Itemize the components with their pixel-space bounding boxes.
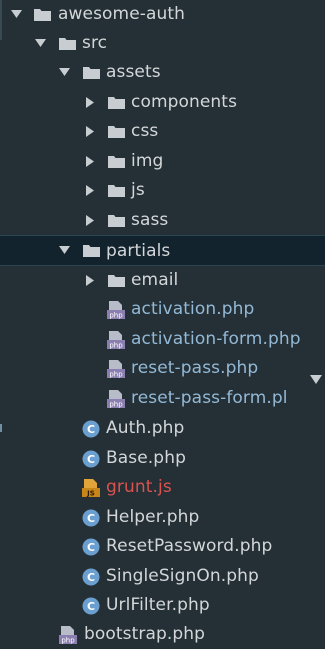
folder-icon (107, 182, 125, 200)
tree-row-js[interactable]: js (0, 176, 325, 205)
chevron-down-icon[interactable] (10, 9, 22, 21)
tree-label: email (131, 270, 179, 290)
js-badge-text: JS (86, 489, 95, 497)
tree-label: reset-pass-form.pl (131, 388, 288, 408)
tree-label: Helper.php (106, 507, 200, 527)
tree-row-auth-php[interactable]: C Auth.php (0, 414, 325, 443)
tree-label: grunt.js (106, 477, 172, 497)
js-file-icon: JS (82, 478, 100, 497)
tree-label: css (131, 121, 159, 141)
php-file-icon: php (107, 389, 125, 408)
tree-label: components (131, 92, 238, 112)
php-class-icon: C (82, 597, 100, 615)
tree-row-helper-php[interactable]: C Helper.php (0, 503, 325, 532)
folder-icon (82, 242, 100, 260)
php-class-icon: C (82, 568, 100, 586)
tree-label: ResetPassword.php (106, 536, 273, 556)
php-badge-text: php (109, 370, 123, 378)
tree-row-components[interactable]: components (0, 88, 325, 117)
chevron-down-icon[interactable] (34, 38, 46, 50)
tree-row-img[interactable]: img (0, 147, 325, 176)
php-file-icon: php (59, 625, 77, 644)
class-badge-text: C (87, 423, 95, 436)
php-badge-text: php (109, 311, 123, 319)
tree-row-sass[interactable]: sass (0, 206, 325, 235)
tree-label: reset-pass.php (131, 358, 259, 378)
class-badge-text: C (87, 453, 95, 466)
php-class-icon: C (82, 538, 100, 556)
tree-label: Base.php (106, 448, 186, 468)
folder-icon (33, 6, 51, 24)
tree-label: img (131, 151, 164, 171)
tree-label: sass (131, 210, 169, 230)
gutter-marker (0, 0, 2, 40)
tree-row-css[interactable]: css (0, 117, 325, 146)
class-badge-text: C (87, 512, 95, 525)
class-badge-text: C (87, 600, 95, 613)
chevron-right-icon[interactable] (84, 215, 96, 227)
folder-icon (107, 272, 125, 290)
folder-icon (82, 64, 100, 82)
tree-label: Auth.php (106, 418, 185, 438)
tree-row-resetpassword-php[interactable]: C ResetPassword.php (0, 532, 325, 561)
tree-label: awesome-auth (58, 4, 186, 24)
tree-row-activation-form-php[interactable]: php activation-form.php (0, 325, 325, 354)
chevron-right-icon[interactable] (84, 156, 96, 168)
folder-icon (107, 123, 125, 141)
tree-row-singlesignon-php[interactable]: C SingleSignOn.php (0, 562, 325, 591)
php-file-icon: php (107, 330, 125, 349)
folder-icon (107, 212, 125, 230)
tree-label: SingleSignOn.php (106, 566, 259, 586)
tree-row-activation-php[interactable]: php activation.php (0, 295, 325, 324)
tree-row-grunt-js[interactable]: JS grunt.js (0, 473, 325, 502)
tree-row-bootstrap-php[interactable]: php bootstrap.php (0, 620, 325, 649)
chevron-right-icon[interactable] (84, 275, 96, 287)
php-file-icon: php (107, 300, 125, 319)
php-file-icon: php (107, 359, 125, 378)
class-badge-text: C (87, 571, 95, 584)
folder-icon (107, 94, 125, 112)
php-class-icon: C (82, 450, 100, 468)
php-class-icon: C (82, 420, 100, 438)
chevron-right-icon[interactable] (84, 185, 96, 197)
tree-label: UrlFilter.php (106, 595, 210, 615)
gutter-marker (0, 424, 2, 432)
tree-row-base-php[interactable]: C Base.php (0, 444, 325, 473)
tree-label: activation.php (131, 299, 255, 319)
tree-label: bootstrap.php (84, 624, 206, 644)
php-class-icon: C (82, 509, 100, 527)
tree-label: partials (106, 241, 171, 261)
chevron-down-icon[interactable] (58, 67, 70, 79)
tree-label: src (82, 33, 108, 53)
chevron-down-icon[interactable] (58, 245, 70, 257)
class-badge-text: C (87, 541, 95, 554)
tree-row-urlfilter-php[interactable]: C UrlFilter.php (0, 591, 325, 620)
tree-row-reset-pass-form-php[interactable]: php reset-pass-form.pl (0, 384, 325, 413)
tree-label: activation-form.php (131, 329, 301, 349)
chevron-right-icon[interactable] (84, 97, 96, 109)
tree-row-assets[interactable]: assets (0, 58, 325, 87)
chevron-down-icon[interactable] (310, 370, 322, 384)
file-tree: awesome-auth src assets components css i… (0, 0, 325, 648)
php-badge-text: php (61, 636, 75, 644)
tree-label: js (131, 180, 145, 200)
php-badge-text: php (109, 341, 123, 349)
tree-row-email[interactable]: email (0, 266, 325, 295)
tree-label: assets (106, 62, 161, 82)
tree-row-partials[interactable]: partials (0, 235, 325, 266)
tree-row-awesome-auth[interactable]: awesome-auth (0, 0, 325, 29)
folder-icon (107, 153, 125, 171)
chevron-right-icon[interactable] (84, 126, 96, 138)
tree-row-src[interactable]: src (0, 29, 325, 58)
php-badge-text: php (109, 400, 123, 408)
folder-icon (58, 35, 76, 53)
tree-row-reset-pass-php[interactable]: php reset-pass.php (0, 354, 325, 383)
